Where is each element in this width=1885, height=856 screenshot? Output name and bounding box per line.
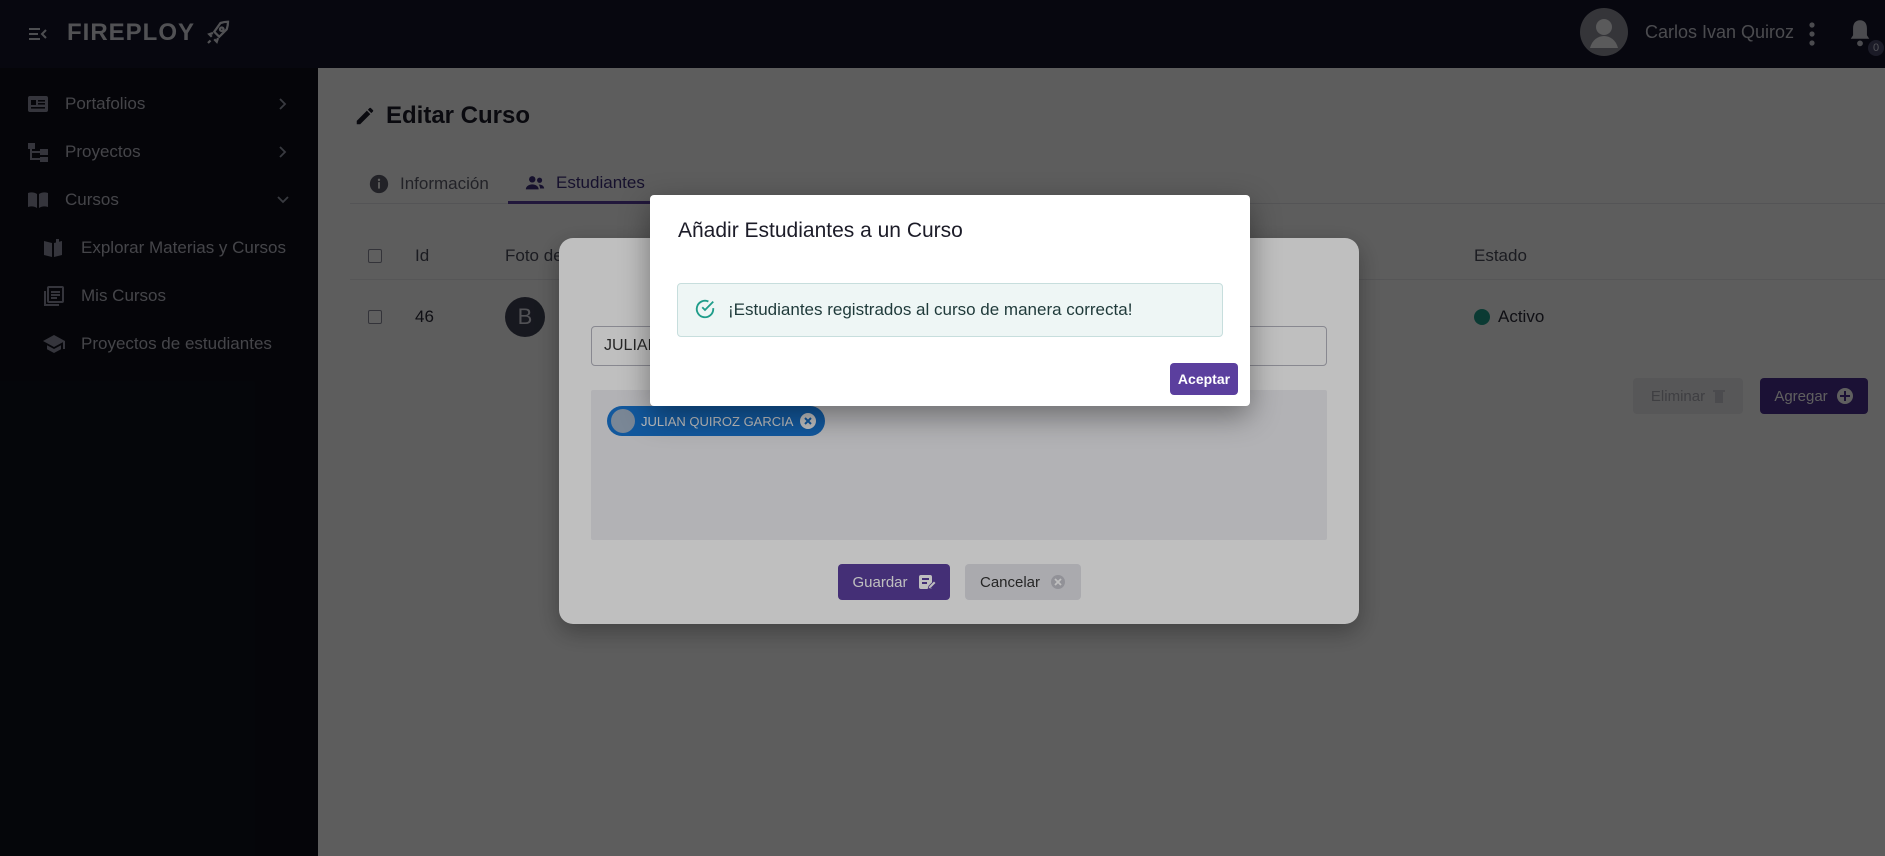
dialog-title: Añadir Estudiantes a un Curso [678, 219, 963, 242]
success-alert: ¡Estudiantes registrados al curso de man… [677, 283, 1223, 337]
dialog-backdrop[interactable] [0, 0, 1885, 856]
check-circle-icon [695, 299, 715, 319]
success-message: ¡Estudiantes registrados al curso de man… [728, 300, 1133, 319]
accept-button[interactable]: Aceptar [1170, 363, 1238, 395]
confirmation-dialog: Añadir Estudiantes a un Curso ¡Estudiant… [650, 195, 1250, 406]
